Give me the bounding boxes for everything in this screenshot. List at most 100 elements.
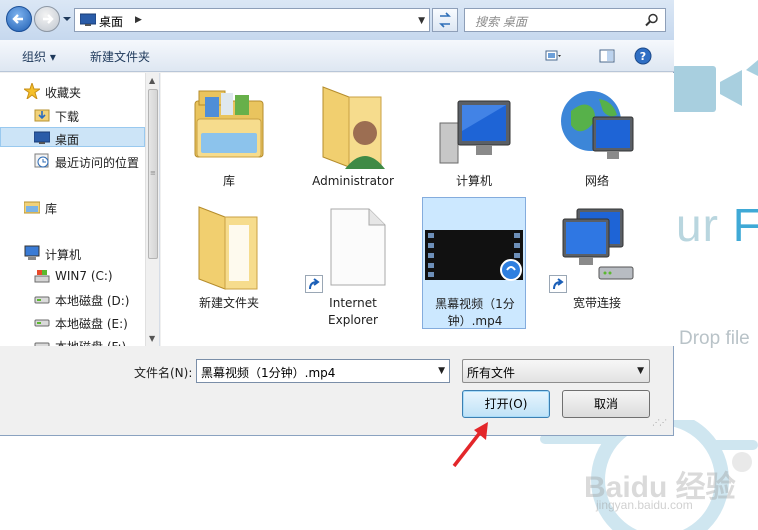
chevron-right-icon[interactable]: ▶: [135, 15, 142, 25]
back-button[interactable]: [6, 6, 32, 32]
filename-value[interactable]: 黑幕视频（1分钟）.mp4: [201, 364, 335, 381]
help-icon[interactable]: ?: [634, 47, 652, 65]
navigation-pane: 收藏夹 下载 桌面 最近访问的位置 库 计算机 WIN7 (C:) 本地磁盘 (…: [0, 73, 160, 346]
filetype-value: 所有文件: [467, 366, 516, 380]
filetype-select[interactable]: 所有文件 ▼: [462, 359, 650, 383]
file-item-computer[interactable]: 计算机: [422, 75, 526, 207]
forward-button[interactable]: [34, 6, 60, 32]
library-icon: [24, 201, 40, 214]
sidebar-item-label: 本地磁盘 (F:): [55, 338, 126, 346]
chevron-down-icon[interactable]: ▼: [637, 366, 644, 376]
sidebar-item-label: 最近访问的位置: [55, 156, 140, 170]
file-name: Administrator: [312, 174, 394, 188]
network-globe-icon: [561, 91, 634, 159]
system-drive-icon: [34, 270, 50, 283]
preview-pane-icon[interactable]: [598, 47, 616, 65]
file-item-network[interactable]: 网络: [545, 75, 649, 207]
cancel-button[interactable]: 取消: [562, 390, 650, 418]
grip-icon: ≡: [150, 169, 156, 177]
refresh-icon: [439, 12, 451, 28]
file-item-broadband[interactable]: 宽带连接: [545, 197, 649, 329]
shortcut-arrow-icon: [305, 275, 323, 293]
sidebar-item-label: 收藏夹: [45, 86, 82, 100]
new-folder-button[interactable]: 新建文件夹: [90, 48, 150, 65]
video-file-icon: [425, 230, 523, 281]
file-name: 库: [222, 174, 235, 188]
download-folder-icon: [34, 109, 50, 122]
sidebar-item-recent[interactable]: 最近访问的位置: [0, 151, 145, 171]
organize-menu[interactable]: 组织 ▾: [22, 48, 56, 65]
file-name: 新建文件夹: [198, 296, 259, 310]
open-button[interactable]: 打开(O): [462, 390, 550, 418]
watermark-url: jingyan.baidu.com: [596, 498, 693, 512]
file-name: Internet Explorer: [328, 296, 378, 327]
file-item-internet-explorer[interactable]: Internet Explorer: [301, 197, 405, 329]
sidebar-item-label: 计算机: [45, 248, 82, 262]
svg-text:?: ?: [640, 50, 646, 63]
search-input[interactable]: 搜索 桌面: [464, 8, 666, 32]
scroll-down-icon[interactable]: ▼: [149, 334, 155, 343]
refresh-button[interactable]: [432, 8, 458, 32]
drive-icon: [34, 319, 50, 327]
arrow-left-icon: [12, 14, 23, 24]
drive-icon: [34, 342, 50, 346]
shortcut-arrow-icon: [549, 275, 567, 293]
computer-icon: [24, 245, 40, 260]
sidebar-item-label: 桌面: [55, 133, 80, 147]
address-field[interactable]: 桌面 ▶ ▼: [74, 8, 430, 32]
change-view-icon[interactable]: [544, 47, 562, 65]
chevron-down-icon: ▾: [49, 50, 56, 64]
command-toolbar: 组织 ▾ 新建文件夹 ?: [0, 40, 674, 72]
user-folder-icon: [322, 86, 385, 169]
folder-icon: [198, 206, 258, 290]
file-name: 黑幕视频（1分钟）.mp4: [435, 297, 515, 328]
open-file-dialog: 桌面 ▶ ▼ 搜索 桌面 组织 ▾ 新建文件夹 ? 收藏夹 下载 桌面 最近访问…: [0, 0, 674, 436]
bg-drop-text: Drop file: [679, 328, 750, 349]
desktop-icon: [80, 13, 96, 26]
arrow-right-icon: [43, 14, 54, 24]
sidebar-item-downloads[interactable]: 下载: [0, 105, 145, 125]
annotation-arrow-icon: [452, 422, 488, 468]
sidebar-item-libraries[interactable]: 库: [0, 197, 145, 217]
chevron-down-icon[interactable]: ▼: [438, 366, 445, 376]
sidebar-item-favorites[interactable]: 收藏夹: [0, 81, 145, 101]
shortcut-file-icon: [330, 208, 386, 286]
bg-title: ur Fi: [676, 199, 758, 251]
sidebar-item-drive-c[interactable]: WIN7 (C:): [0, 266, 145, 286]
nav-scrollbar[interactable]: ▲ ≡ ▼: [145, 73, 159, 346]
file-item-libraries[interactable]: 库: [177, 75, 281, 207]
filename-label: 文件名(N):: [134, 366, 193, 380]
star-icon: [24, 83, 40, 99]
sidebar-item-desktop[interactable]: 桌面: [0, 127, 145, 147]
recent-places-icon: [34, 153, 49, 168]
sidebar-item-label: WIN7 (C:): [55, 269, 113, 283]
drive-icon: [34, 296, 50, 304]
sidebar-item-drive-e[interactable]: 本地磁盘 (E:): [0, 312, 145, 332]
sidebar-item-label: 本地磁盘 (D:): [55, 294, 130, 308]
address-location[interactable]: 桌面: [99, 13, 123, 30]
file-item-video-mp4[interactable]: 黑幕视频（1分钟）.mp4: [422, 197, 526, 329]
resize-grip-icon[interactable]: ⋰⋰: [652, 418, 667, 427]
search-placeholder: 搜索 桌面: [475, 15, 527, 29]
sidebar-item-computer[interactable]: 计算机: [0, 243, 145, 263]
address-bar: 桌面 ▶ ▼ 搜索 桌面: [0, 0, 674, 40]
file-item-administrator[interactable]: Administrator: [301, 75, 405, 207]
computer-icon: [439, 100, 511, 164]
sidebar-item-drive-d[interactable]: 本地磁盘 (D:): [0, 289, 145, 309]
file-name: 计算机: [455, 174, 492, 188]
sidebar-item-label: 下载: [55, 110, 80, 124]
search-icon[interactable]: [645, 13, 659, 27]
scroll-up-icon[interactable]: ▲: [149, 76, 155, 85]
chevron-down-icon[interactable]: ▼: [418, 16, 425, 26]
file-item-new-folder[interactable]: 新建文件夹: [177, 197, 281, 329]
sidebar-item-label: 库: [45, 202, 58, 216]
file-name: 宽带连接: [572, 296, 621, 310]
sidebar-item-label: 本地磁盘 (E:): [55, 317, 128, 331]
library-folder-icon: [194, 90, 264, 158]
file-name: 网络: [584, 174, 609, 188]
recent-pages-dropdown[interactable]: [62, 14, 72, 24]
sidebar-item-drive-f[interactable]: 本地磁盘 (F:): [0, 335, 145, 346]
broadband-connection-icon: [562, 208, 634, 280]
filename-input[interactable]: 黑幕视频（1分钟）.mp4 ▼: [196, 359, 450, 383]
camera-icon: [672, 60, 758, 112]
